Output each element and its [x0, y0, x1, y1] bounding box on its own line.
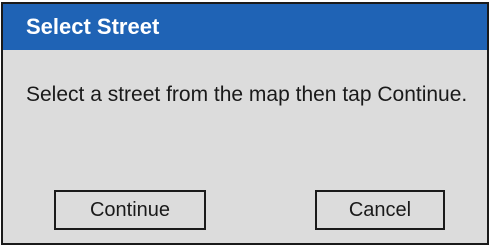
dialog-title: Select Street: [3, 4, 487, 50]
cancel-button[interactable]: Cancel: [315, 190, 445, 230]
select-street-dialog: Select Street Select a street from the m…: [1, 2, 489, 245]
continue-button[interactable]: Continue: [54, 190, 206, 230]
dialog-message: Select a street from the map then tap Co…: [26, 83, 468, 106]
